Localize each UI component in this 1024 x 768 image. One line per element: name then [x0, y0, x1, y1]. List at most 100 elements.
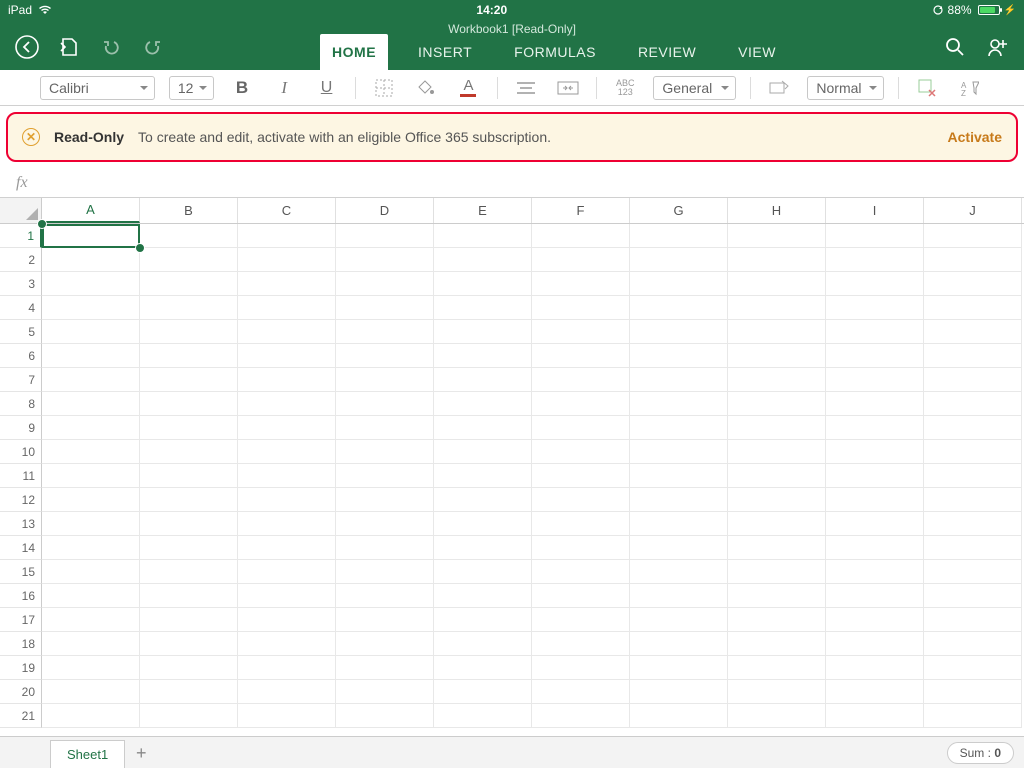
cell[interactable] [826, 368, 924, 392]
cell[interactable] [140, 272, 238, 296]
cell[interactable] [434, 368, 532, 392]
cell[interactable] [42, 632, 140, 656]
cell[interactable] [728, 368, 826, 392]
cell[interactable] [924, 632, 1022, 656]
cell[interactable] [42, 416, 140, 440]
spreadsheet-grid[interactable]: ABCDEFGHIJ123456789101112131415161718192… [0, 198, 1024, 728]
merge-button[interactable] [554, 75, 582, 101]
cell[interactable] [238, 704, 336, 728]
cell[interactable] [728, 440, 826, 464]
cell[interactable] [532, 464, 630, 488]
cell[interactable] [42, 584, 140, 608]
cell[interactable] [924, 224, 1022, 248]
column-header[interactable]: C [238, 198, 336, 223]
cell[interactable] [826, 464, 924, 488]
cell[interactable] [42, 440, 140, 464]
cell[interactable] [924, 464, 1022, 488]
cell[interactable] [42, 464, 140, 488]
cell[interactable] [42, 320, 140, 344]
row-header[interactable]: 7 [0, 368, 42, 392]
number-format-dropdown[interactable]: General [653, 76, 736, 100]
borders-button[interactable] [370, 75, 398, 101]
bold-button[interactable]: B [228, 75, 256, 101]
share-button[interactable] [984, 34, 1010, 60]
cell[interactable] [42, 608, 140, 632]
cell[interactable] [434, 344, 532, 368]
cell[interactable] [532, 512, 630, 536]
cell[interactable] [238, 320, 336, 344]
cell[interactable] [630, 656, 728, 680]
cell-styles-dropdown[interactable]: Normal [807, 76, 884, 100]
cell[interactable] [42, 344, 140, 368]
cell[interactable] [140, 464, 238, 488]
cell[interactable] [140, 224, 238, 248]
cell[interactable] [630, 512, 728, 536]
cell[interactable] [434, 440, 532, 464]
cell[interactable] [238, 392, 336, 416]
file-button[interactable] [56, 34, 82, 60]
cell[interactable] [630, 536, 728, 560]
cell[interactable] [336, 680, 434, 704]
cell[interactable] [238, 656, 336, 680]
cell[interactable] [532, 344, 630, 368]
row-header[interactable]: 15 [0, 560, 42, 584]
cell[interactable] [238, 680, 336, 704]
cell[interactable] [336, 320, 434, 344]
cell[interactable] [434, 632, 532, 656]
row-header[interactable]: 3 [0, 272, 42, 296]
tab-view[interactable]: VIEW [726, 34, 788, 70]
cell[interactable] [630, 248, 728, 272]
cell[interactable] [238, 368, 336, 392]
underline-button[interactable]: U [312, 75, 340, 101]
row-header[interactable]: 20 [0, 680, 42, 704]
cell[interactable] [434, 584, 532, 608]
cell[interactable] [630, 368, 728, 392]
cell[interactable] [42, 704, 140, 728]
cell[interactable] [630, 584, 728, 608]
status-sum[interactable]: Sum : 0 [947, 742, 1014, 764]
cell[interactable] [532, 392, 630, 416]
cell[interactable] [532, 224, 630, 248]
cell[interactable] [532, 320, 630, 344]
cell[interactable] [140, 656, 238, 680]
cell[interactable] [42, 536, 140, 560]
cell[interactable] [728, 416, 826, 440]
cell[interactable] [336, 560, 434, 584]
cell[interactable] [826, 344, 924, 368]
cell[interactable] [238, 632, 336, 656]
cell[interactable] [532, 680, 630, 704]
cell[interactable] [336, 584, 434, 608]
cell[interactable] [336, 416, 434, 440]
cell[interactable] [42, 296, 140, 320]
cell[interactable] [826, 320, 924, 344]
cell[interactable] [532, 248, 630, 272]
cell[interactable] [826, 608, 924, 632]
cell[interactable] [434, 320, 532, 344]
cell[interactable] [140, 512, 238, 536]
insert-delete-button[interactable] [913, 75, 941, 101]
cell[interactable] [924, 584, 1022, 608]
cell[interactable] [728, 584, 826, 608]
cell[interactable] [336, 440, 434, 464]
row-header[interactable]: 2 [0, 248, 42, 272]
cell[interactable] [140, 440, 238, 464]
cell[interactable] [140, 488, 238, 512]
cell[interactable] [532, 632, 630, 656]
column-header[interactable]: I [826, 198, 924, 223]
select-all-corner[interactable] [0, 198, 42, 223]
row-header[interactable]: 14 [0, 536, 42, 560]
cell[interactable] [924, 560, 1022, 584]
cell[interactable] [630, 680, 728, 704]
row-header[interactable]: 5 [0, 320, 42, 344]
cell[interactable] [532, 368, 630, 392]
cell[interactable] [826, 536, 924, 560]
cell[interactable] [336, 512, 434, 536]
cell[interactable] [630, 320, 728, 344]
cell[interactable] [434, 416, 532, 440]
cell[interactable] [924, 416, 1022, 440]
cell[interactable] [630, 488, 728, 512]
column-header[interactable]: G [630, 198, 728, 223]
row-header[interactable]: 11 [0, 464, 42, 488]
cell[interactable] [826, 272, 924, 296]
cell[interactable] [532, 296, 630, 320]
